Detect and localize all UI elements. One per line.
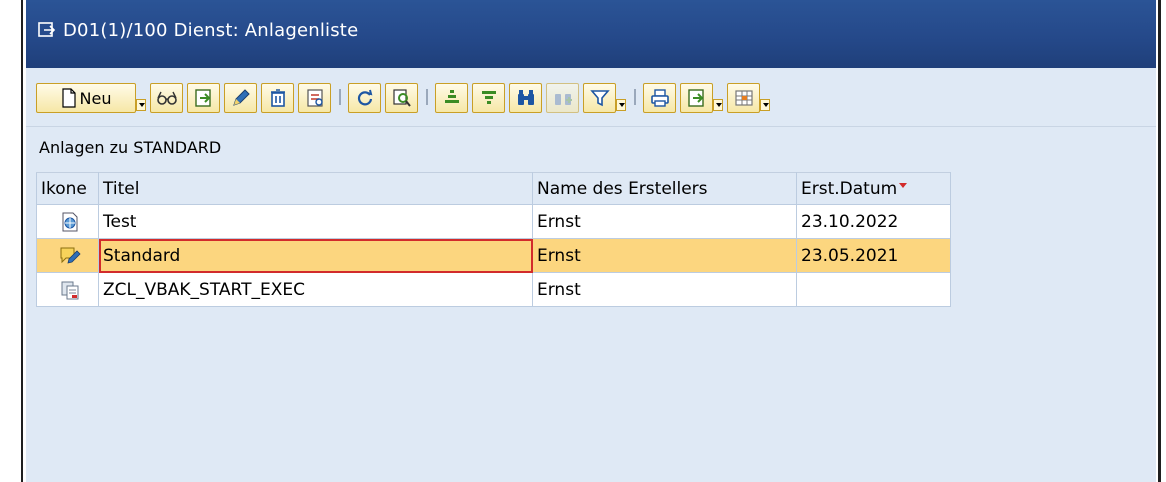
find-next-button[interactable] [546,83,579,113]
layout-button[interactable] [727,83,760,113]
note-icon [60,247,81,264]
binoculars-icon [517,90,534,105]
sort-descending-button[interactable] [472,83,505,113]
dialog-window: D01(1)/100 Dienst: Anlagenliste Neu Anla… [26,0,1156,482]
new-dropdown[interactable] [136,99,146,111]
table-row[interactable]: Test Ernst 23.10.2022 [36,204,951,239]
find-button[interactable] [509,83,542,113]
row-creator-cell[interactable]: Ernst [532,272,797,307]
url-icon [62,212,77,231]
details-icon [392,89,411,107]
column-header-date[interactable]: Erst.Datum [796,172,951,205]
layout-icon [734,90,753,106]
sort-ascending-icon [444,90,459,103]
sort-indicator-icon [899,182,908,188]
toolbar: Neu [26,68,1156,127]
layout-dropdown[interactable] [760,99,770,111]
details-button[interactable] [385,83,418,113]
right-border [1158,0,1166,482]
export-dropdown-icon [687,89,704,107]
export-icon [194,89,211,107]
attachment-button[interactable] [298,83,331,113]
filter-icon [589,90,610,107]
print-button[interactable] [643,83,676,113]
display-button[interactable] [150,83,183,113]
toolbar-separator [634,89,636,105]
attachment-list-table: Ikone Titel Name des Erstellers Erst.Dat… [36,172,951,307]
row-creator-cell[interactable]: Ernst [532,238,797,273]
export-button[interactable] [187,83,220,113]
row-icon-cell[interactable] [36,272,99,307]
table-header-row: Ikone Titel Name des Erstellers Erst.Dat… [36,172,951,205]
find-next-icon [554,94,572,105]
edit-button[interactable] [224,83,257,113]
binary-document-icon [61,281,78,299]
sort-ascending-button[interactable] [435,83,468,113]
table-row[interactable]: Standard Ernst 23.05.2021 [36,238,951,273]
row-date-cell[interactable]: 23.05.2021 [796,238,951,273]
column-header-date-label: Erst.Datum [801,178,898,199]
export-list-button[interactable] [680,83,713,113]
column-header-creator[interactable]: Name des Erstellers [532,172,797,205]
toolbar-separator [426,89,428,105]
filter-button[interactable] [583,83,616,113]
title-bar[interactable]: D01(1)/100 Dienst: Anlagenliste [26,0,1156,68]
row-title-cell[interactable]: ZCL_VBAK_START_EXEC [98,272,533,307]
glasses-icon [156,91,177,105]
column-header-icon[interactable]: Ikone [36,172,99,205]
window-menu-icon[interactable] [38,22,56,38]
delete-button[interactable] [261,83,294,113]
new-document-icon [61,88,76,108]
table-row[interactable]: ZCL_VBAK_START_EXEC Ernst [36,272,951,307]
window-title: D01(1)/100 Dienst: Anlagenliste [63,20,359,41]
pencil-icon [232,89,250,106]
refresh-button[interactable] [348,83,381,113]
left-border [0,0,26,482]
print-icon [650,89,669,107]
new-button-label: Neu [79,88,112,108]
row-creator-cell[interactable]: Ernst [532,204,797,239]
toolbar-separator [339,89,341,105]
new-button[interactable]: Neu [36,83,136,113]
row-icon-cell[interactable] [36,238,99,273]
row-title-cell[interactable]: Test [98,204,533,239]
attachment-icon [306,89,323,107]
row-date-cell[interactable]: 23.10.2022 [796,204,951,239]
filter-dropdown[interactable] [616,99,626,111]
list-caption: Anlagen zu STANDARD [39,138,222,157]
row-date-cell[interactable] [796,272,951,307]
row-title-cell[interactable]: Standard [98,238,533,273]
sort-descending-icon [481,91,496,104]
row-icon-cell[interactable] [36,204,99,239]
export-dropdown[interactable] [713,99,723,111]
refresh-icon [357,89,372,106]
column-header-title[interactable]: Titel [98,172,533,205]
trash-icon [270,89,285,107]
